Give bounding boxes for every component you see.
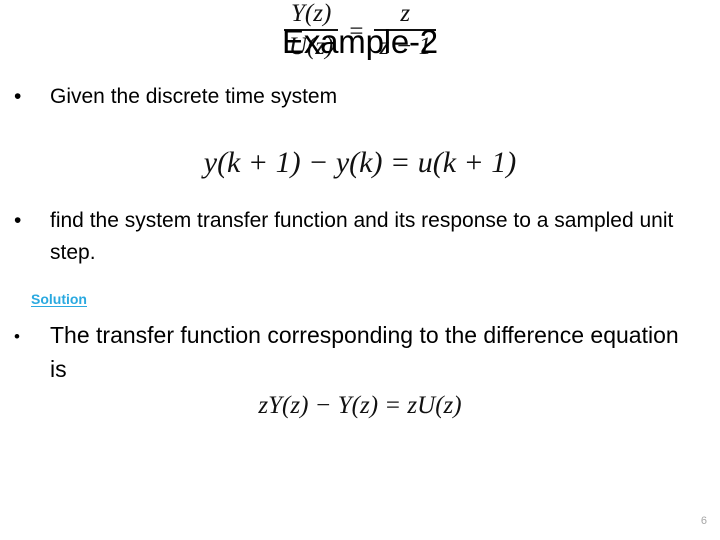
solution-label: Solution: [31, 291, 87, 307]
page-number: 6: [700, 515, 707, 527]
slide: Example-2 • Given the discrete time syst…: [0, 0, 720, 540]
bullet-text-find: find the system transfer function and it…: [50, 209, 674, 264]
bullet-text-transfer: The transfer function corresponding to t…: [50, 322, 679, 382]
equation-difference: y(k + 1) − y(k) = u(k + 1): [203, 146, 517, 179]
bullet-item-find: • find the system transfer function and …: [14, 205, 684, 269]
equation-z-transform: zY(z) − Y(z) = zU(z): [258, 392, 462, 419]
equals-sign: =: [349, 17, 364, 45]
bullet-text-given: Given the discrete time system: [50, 85, 338, 108]
bullet-marker: •: [14, 327, 20, 346]
bullet-item-given: • Given the discrete time system: [14, 84, 674, 110]
bullet-item-transfer: • The transfer function corresponding to…: [14, 318, 694, 386]
bullet-marker: •: [14, 85, 22, 108]
bullet-marker: •: [14, 209, 22, 232]
